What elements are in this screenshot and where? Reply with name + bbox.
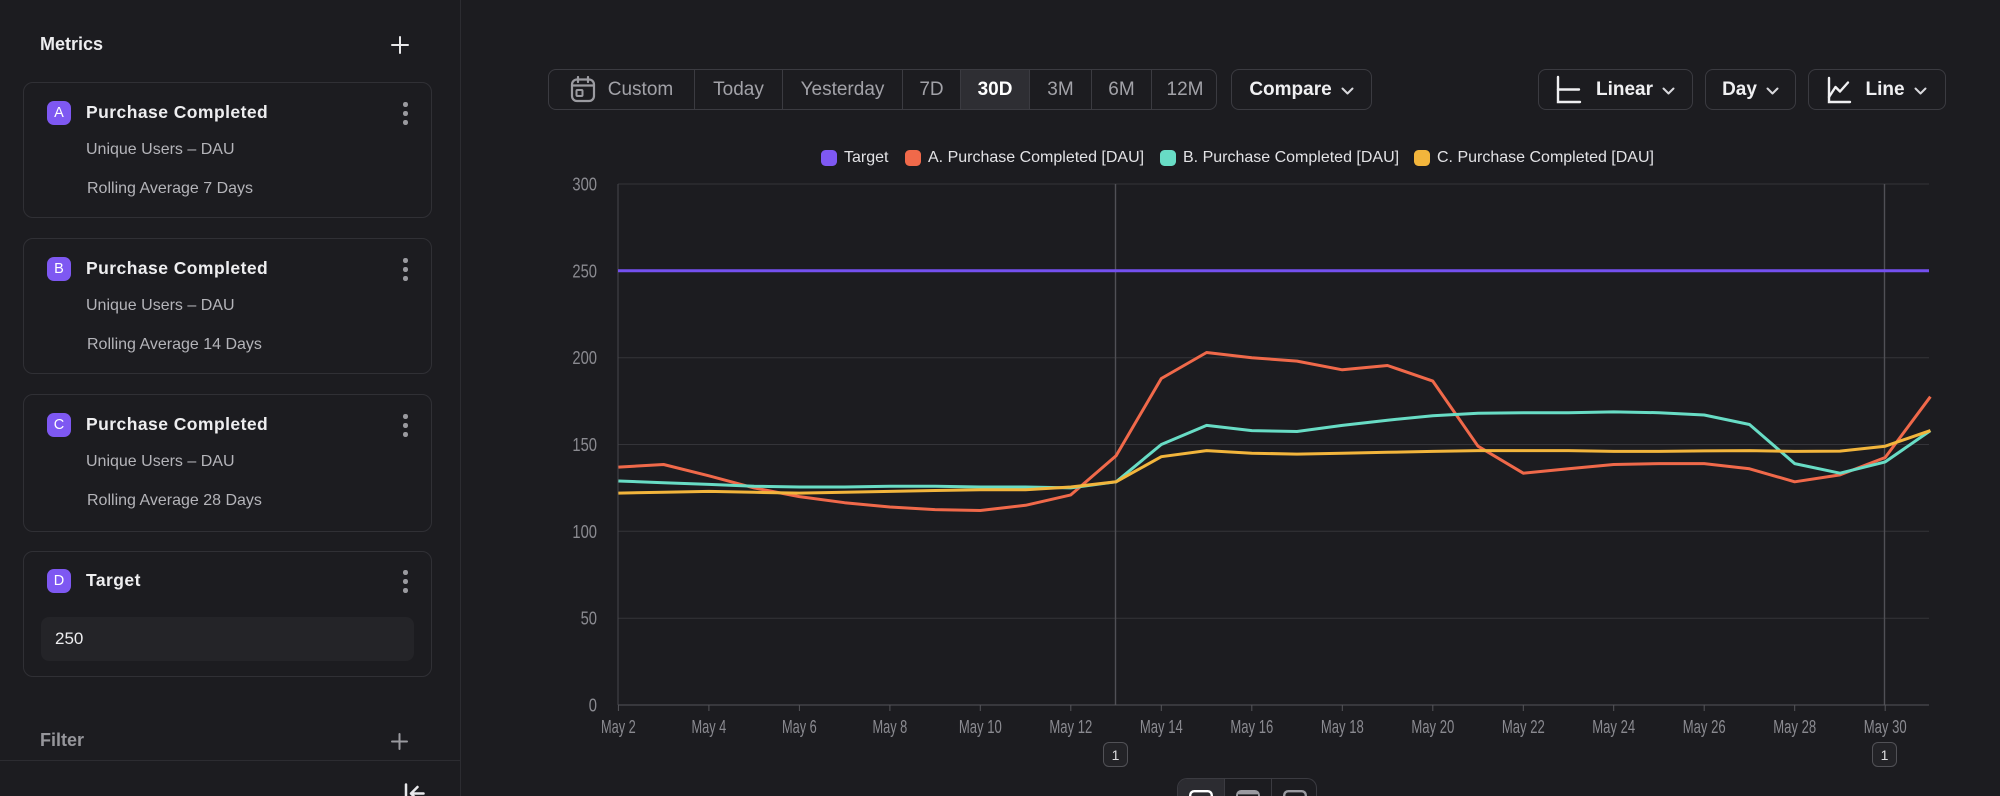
svg-text:150: 150 — [572, 434, 597, 455]
svg-text:May 4: May 4 — [692, 716, 727, 737]
svg-text:May 8: May 8 — [873, 716, 908, 737]
svg-text:300: 300 — [572, 174, 597, 195]
svg-text:250: 250 — [572, 260, 597, 281]
svg-text:May 16: May 16 — [1230, 716, 1273, 737]
svg-text:May 12: May 12 — [1049, 716, 1092, 737]
svg-text:May 26: May 26 — [1683, 716, 1726, 737]
svg-text:0: 0 — [589, 695, 597, 716]
svg-text:May 28: May 28 — [1773, 716, 1816, 737]
svg-text:May 10: May 10 — [959, 716, 1002, 737]
svg-text:May 20: May 20 — [1411, 716, 1454, 737]
svg-text:May 24: May 24 — [1592, 716, 1635, 737]
svg-text:May 6: May 6 — [782, 716, 817, 737]
svg-text:May 22: May 22 — [1502, 716, 1545, 737]
svg-text:May 18: May 18 — [1321, 716, 1364, 737]
svg-text:May 2: May 2 — [601, 716, 636, 737]
svg-text:May 14: May 14 — [1140, 716, 1183, 737]
svg-text:May 30: May 30 — [1864, 716, 1907, 737]
svg-text:200: 200 — [572, 347, 597, 368]
svg-text:100: 100 — [572, 521, 597, 542]
svg-text:50: 50 — [581, 608, 597, 629]
